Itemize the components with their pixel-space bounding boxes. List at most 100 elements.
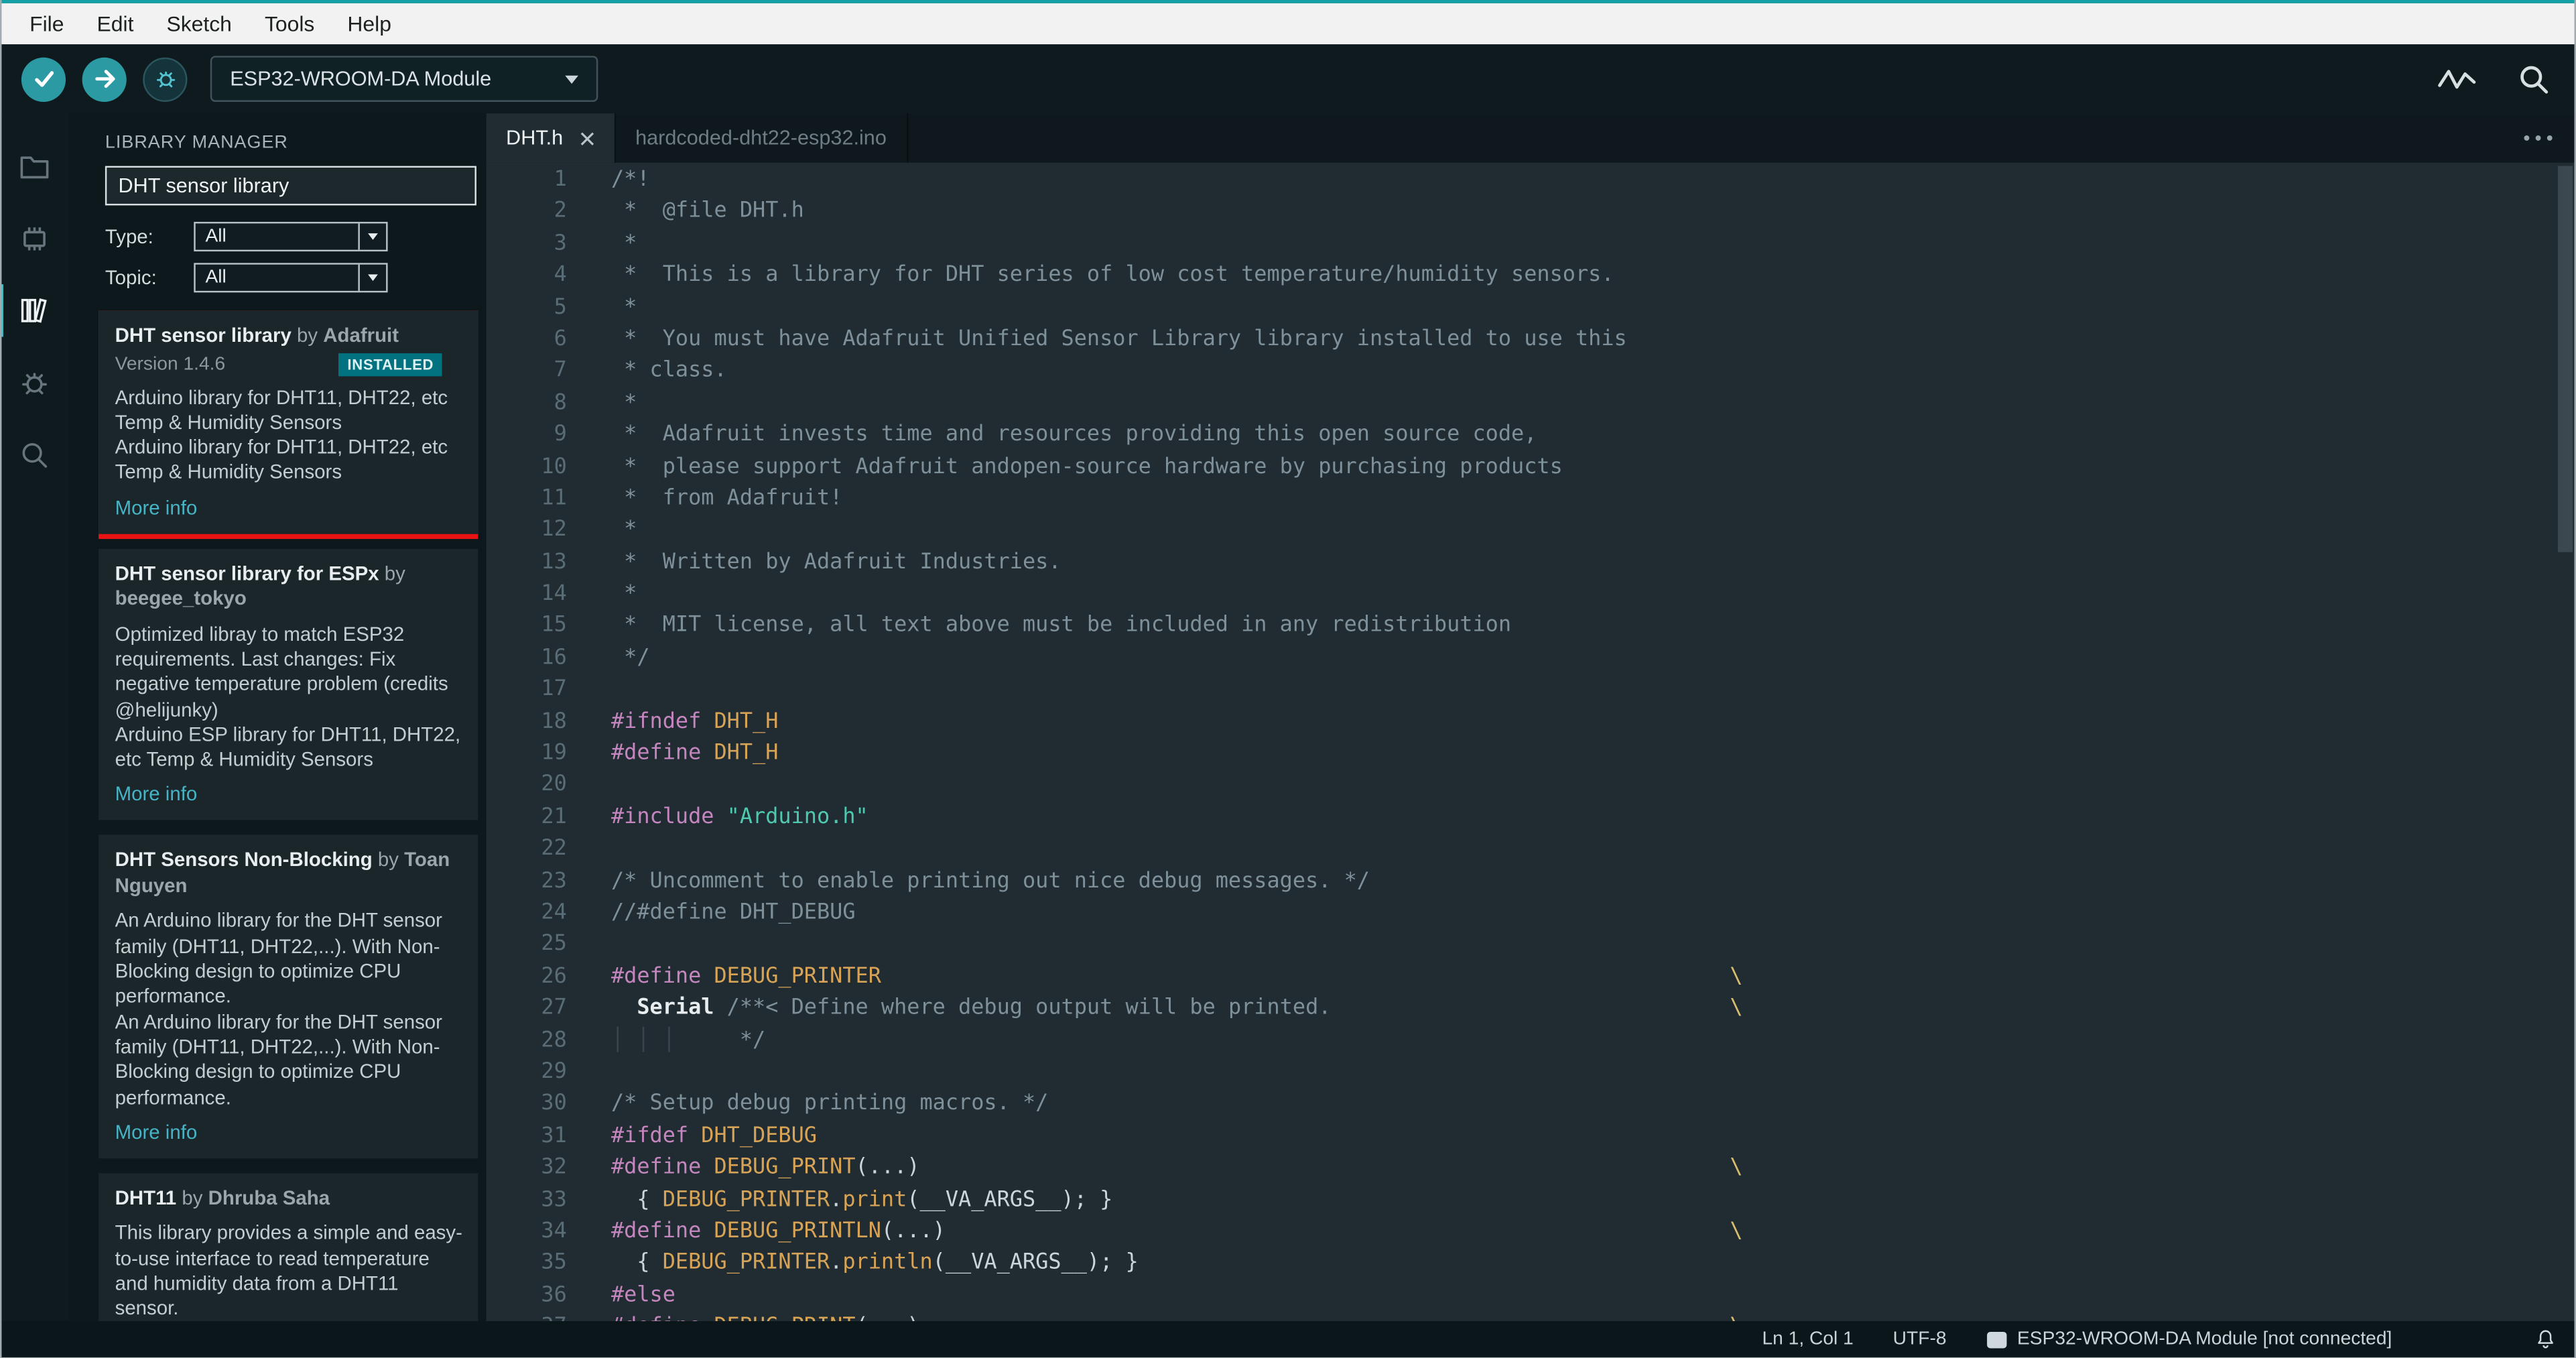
- sidebar-item-search[interactable]: [0, 419, 69, 491]
- code-line[interactable]: { DEBUG_PRINTER.print(__VA_ARGS__); }: [611, 1184, 2576, 1216]
- search-icon: [17, 437, 53, 473]
- tab-close-icon[interactable]: [580, 131, 594, 145]
- code-line[interactable]: #else: [611, 1280, 2576, 1312]
- code-line[interactable]: { DEBUG_PRINTER.println(__VA_ARGS__); }: [611, 1247, 2576, 1280]
- code-line[interactable]: #define DHT_H: [611, 738, 2576, 770]
- menu-item-sketch[interactable]: Sketch: [150, 3, 248, 44]
- code-line[interactable]: * This is a library for DHT series of lo…: [611, 260, 2576, 292]
- code-line[interactable]: * Written by Adafruit Industries.: [611, 547, 2576, 579]
- line-number: 1: [554, 168, 567, 192]
- code-line[interactable]: * from Adafruit!: [611, 483, 2576, 515]
- code-line[interactable]: * You must have Adafruit Unified Sensor …: [611, 324, 2576, 356]
- code-line[interactable]: #define DEBUG_PRINT(...) \: [611, 1311, 2576, 1321]
- code-line[interactable]: *: [611, 387, 2576, 420]
- upload-button[interactable]: [82, 56, 127, 101]
- line-number: 28: [541, 1028, 567, 1053]
- board-status[interactable]: ESP32-WROOM-DA Module [not connected]: [1986, 1330, 2392, 1349]
- code-line[interactable]: *: [611, 228, 2576, 260]
- code-line[interactable]: #define DEBUG_PRINT(...) \: [611, 1152, 2576, 1184]
- code-line[interactable]: * @file DHT.h: [611, 196, 2576, 229]
- sidebar-item-sketchbook[interactable]: [0, 130, 69, 202]
- library-card[interactable]: DHT sensor library by Adafruit Version 1…: [99, 310, 478, 534]
- library-search-input[interactable]: [105, 166, 476, 206]
- library-by: by: [291, 323, 324, 347]
- debug-button[interactable]: [143, 56, 188, 101]
- code-line[interactable]: │ │ │ */: [611, 1025, 2576, 1057]
- code-line[interactable]: #define DEBUG_PRINTLN(...) \: [611, 1216, 2576, 1248]
- status-bar: Ln 1, Col 1 UTF-8 ESP32-WROOM-DA Module …: [0, 1321, 2576, 1358]
- chevron-down-icon: [358, 264, 386, 291]
- library-manager-panel: LIBRARY MANAGER Type: All Topic: All: [68, 113, 487, 1322]
- editor-scrollbar[interactable]: [2557, 166, 2573, 552]
- verify-button[interactable]: [21, 56, 66, 101]
- more-info-link[interactable]: More info: [115, 496, 465, 519]
- more-info-link[interactable]: More info: [115, 1121, 465, 1144]
- board-icon: [1986, 1331, 2007, 1349]
- code-editor[interactable]: 1 2 3 4 5 6 7 8 9 10 11 12 13 14 15 16 17 18 19 20 21 22 23 24 2…: [487, 163, 2576, 1321]
- code-line[interactable]: Serial /**< Define where debug output wi…: [611, 993, 2576, 1025]
- code-line[interactable]: * please support Adafruit andopen-source…: [611, 451, 2576, 483]
- type-select[interactable]: All: [194, 221, 388, 252]
- line-number: 14: [541, 582, 567, 607]
- code-line[interactable]: *: [611, 578, 2576, 611]
- serial-plotter-button[interactable]: [2438, 64, 2477, 94]
- sidebar-item-debug[interactable]: [0, 347, 69, 419]
- topic-select[interactable]: All: [194, 263, 388, 293]
- board-selector[interactable]: ESP32-WROOM-DA Module: [210, 56, 598, 102]
- line-number: 37: [487, 1311, 566, 1321]
- code-line[interactable]: /*!: [611, 164, 2576, 196]
- code-line[interactable]: */: [611, 642, 2576, 674]
- code-line[interactable]: [611, 1056, 2576, 1089]
- menu-item-file[interactable]: File: [13, 3, 80, 44]
- tab-hardcoded-dht22-esp32-ino[interactable]: hardcoded-dht22-esp32.ino: [616, 113, 908, 163]
- code-line[interactable]: * MIT license, all text above must be in…: [611, 611, 2576, 643]
- library-name: DHT Sensors Non-Blocking: [115, 849, 373, 872]
- tab-label: DHT.h: [506, 126, 564, 150]
- tab-dht-h[interactable]: DHT.h: [486, 113, 616, 163]
- notifications-bell-button[interactable]: [2533, 1321, 2558, 1358]
- cursor-position[interactable]: Ln 1, Col 1: [1762, 1330, 1853, 1349]
- code-line[interactable]: #define DEBUG_PRINTER \: [611, 961, 2576, 993]
- code-line[interactable]: /* Setup debug printing macros. */: [611, 1089, 2576, 1121]
- editor-actions-overflow-button[interactable]: [2524, 113, 2553, 163]
- version-row: Version 1.4.6 INSTALLED: [115, 352, 465, 376]
- menu-item-tools[interactable]: Tools: [248, 3, 330, 44]
- bell-icon: [2533, 1327, 2558, 1352]
- ellipsis-icon: [2524, 135, 2553, 141]
- sidebar-item-library-manager[interactable]: [0, 274, 69, 347]
- line-number: 35: [541, 1251, 567, 1276]
- line-number: 4: [554, 263, 567, 288]
- toolbar-right: [2438, 62, 2550, 95]
- code-line[interactable]: [611, 929, 2576, 961]
- code-line[interactable]: /* Uncomment to enable printing out nice…: [611, 865, 2576, 898]
- main-area: LIBRARY MANAGER Type: All Topic: All: [0, 113, 2576, 1322]
- encoding[interactable]: UTF-8: [1893, 1330, 1947, 1349]
- line-number: 33: [541, 1187, 567, 1212]
- code-line[interactable]: [611, 833, 2576, 865]
- code-line[interactable]: [611, 769, 2576, 802]
- library-card[interactable]: DHT Sensors Non-Blocking by Toan Nguyen …: [99, 835, 478, 1158]
- code-line[interactable]: //#define DHT_DEBUG: [611, 897, 2576, 929]
- library-card[interactable]: DHT sensor library for ESPx by beegee_to…: [99, 548, 478, 821]
- code-line[interactable]: *: [611, 515, 2576, 547]
- library-filters: Type: All Topic: All: [105, 221, 457, 304]
- sidebar-item-boards-manager[interactable]: [0, 202, 69, 275]
- line-number: 27: [541, 995, 567, 1021]
- line-number: 26: [541, 964, 567, 989]
- more-info-link[interactable]: More info: [115, 783, 465, 806]
- menu-item-help[interactable]: Help: [331, 3, 408, 44]
- topic-select-value: All: [205, 267, 227, 288]
- code-line[interactable]: #ifdef DHT_DEBUG: [611, 1120, 2576, 1152]
- code-line[interactable]: [611, 674, 2576, 706]
- code-line[interactable]: #include "Arduino.h": [611, 802, 2576, 834]
- code-line[interactable]: * class.: [611, 355, 2576, 387]
- library-title: DHT Sensors Non-Blocking by Toan Nguyen: [115, 849, 465, 900]
- library-card[interactable]: DHT11 by Dhruba Saha This library provid…: [99, 1172, 478, 1322]
- line-number: 15: [541, 613, 567, 639]
- line-number: 34: [541, 1219, 567, 1244]
- serial-monitor-button[interactable]: [2517, 62, 2550, 95]
- code-line[interactable]: * Adafruit invests time and resources pr…: [611, 419, 2576, 451]
- code-line[interactable]: #ifndef DHT_H: [611, 706, 2576, 738]
- menu-item-edit[interactable]: Edit: [80, 3, 150, 44]
- code-line[interactable]: *: [611, 292, 2576, 324]
